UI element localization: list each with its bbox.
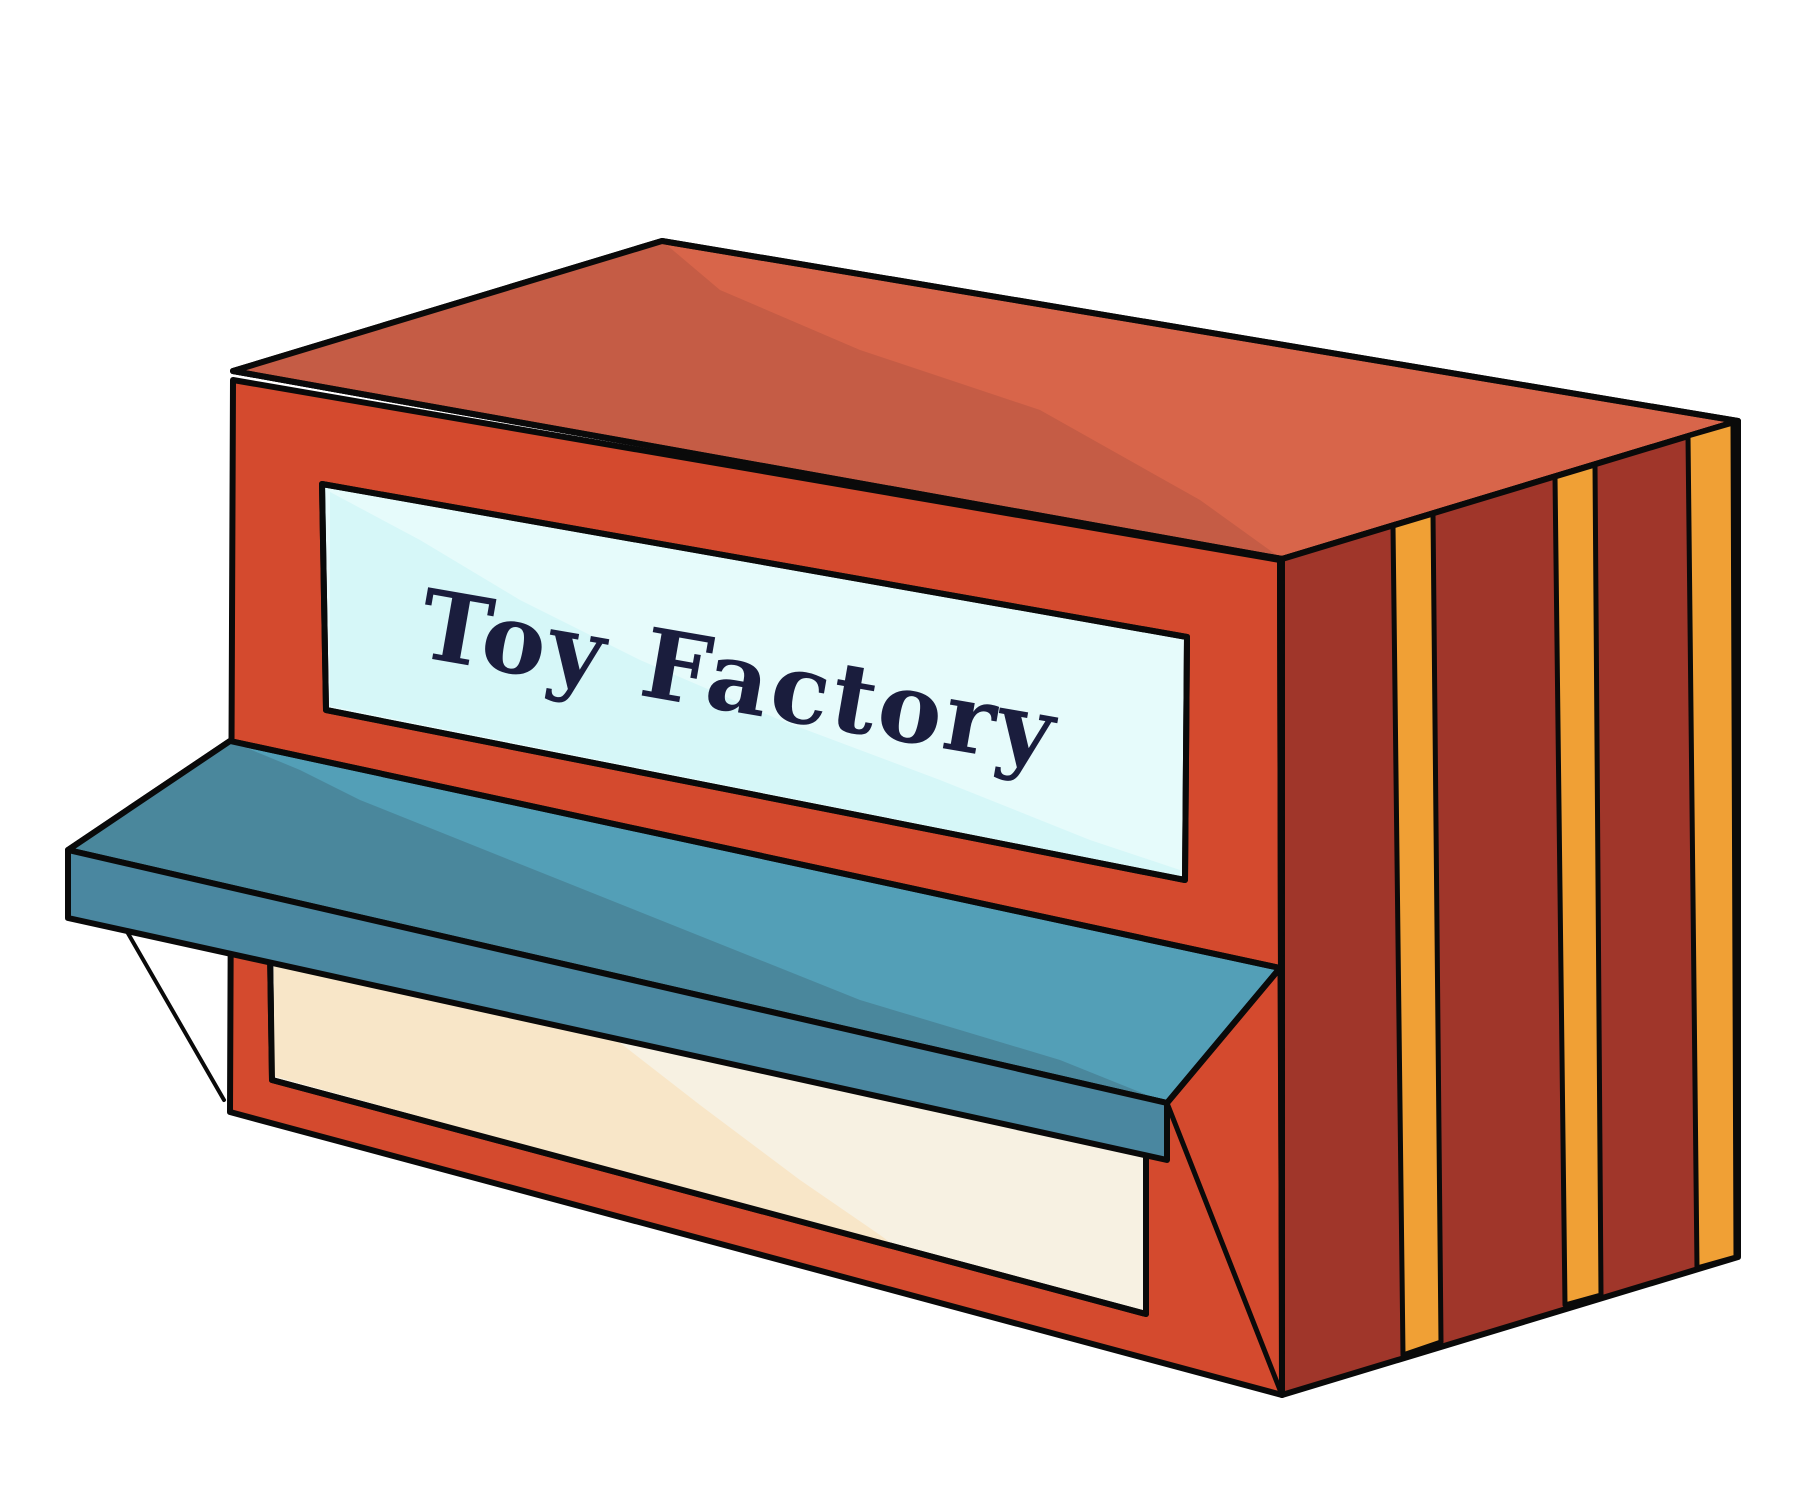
toy-factory-building-icon: Toy Factory [65, 238, 1741, 1398]
side-stripe-1 [1390, 511, 1444, 1358]
side-wall [1279, 418, 1741, 1398]
side-stripe-3 [1685, 420, 1739, 1271]
toy-factory-illustration: Toy Factory [65, 238, 1741, 1398]
side-stripe-2 [1552, 462, 1604, 1308]
